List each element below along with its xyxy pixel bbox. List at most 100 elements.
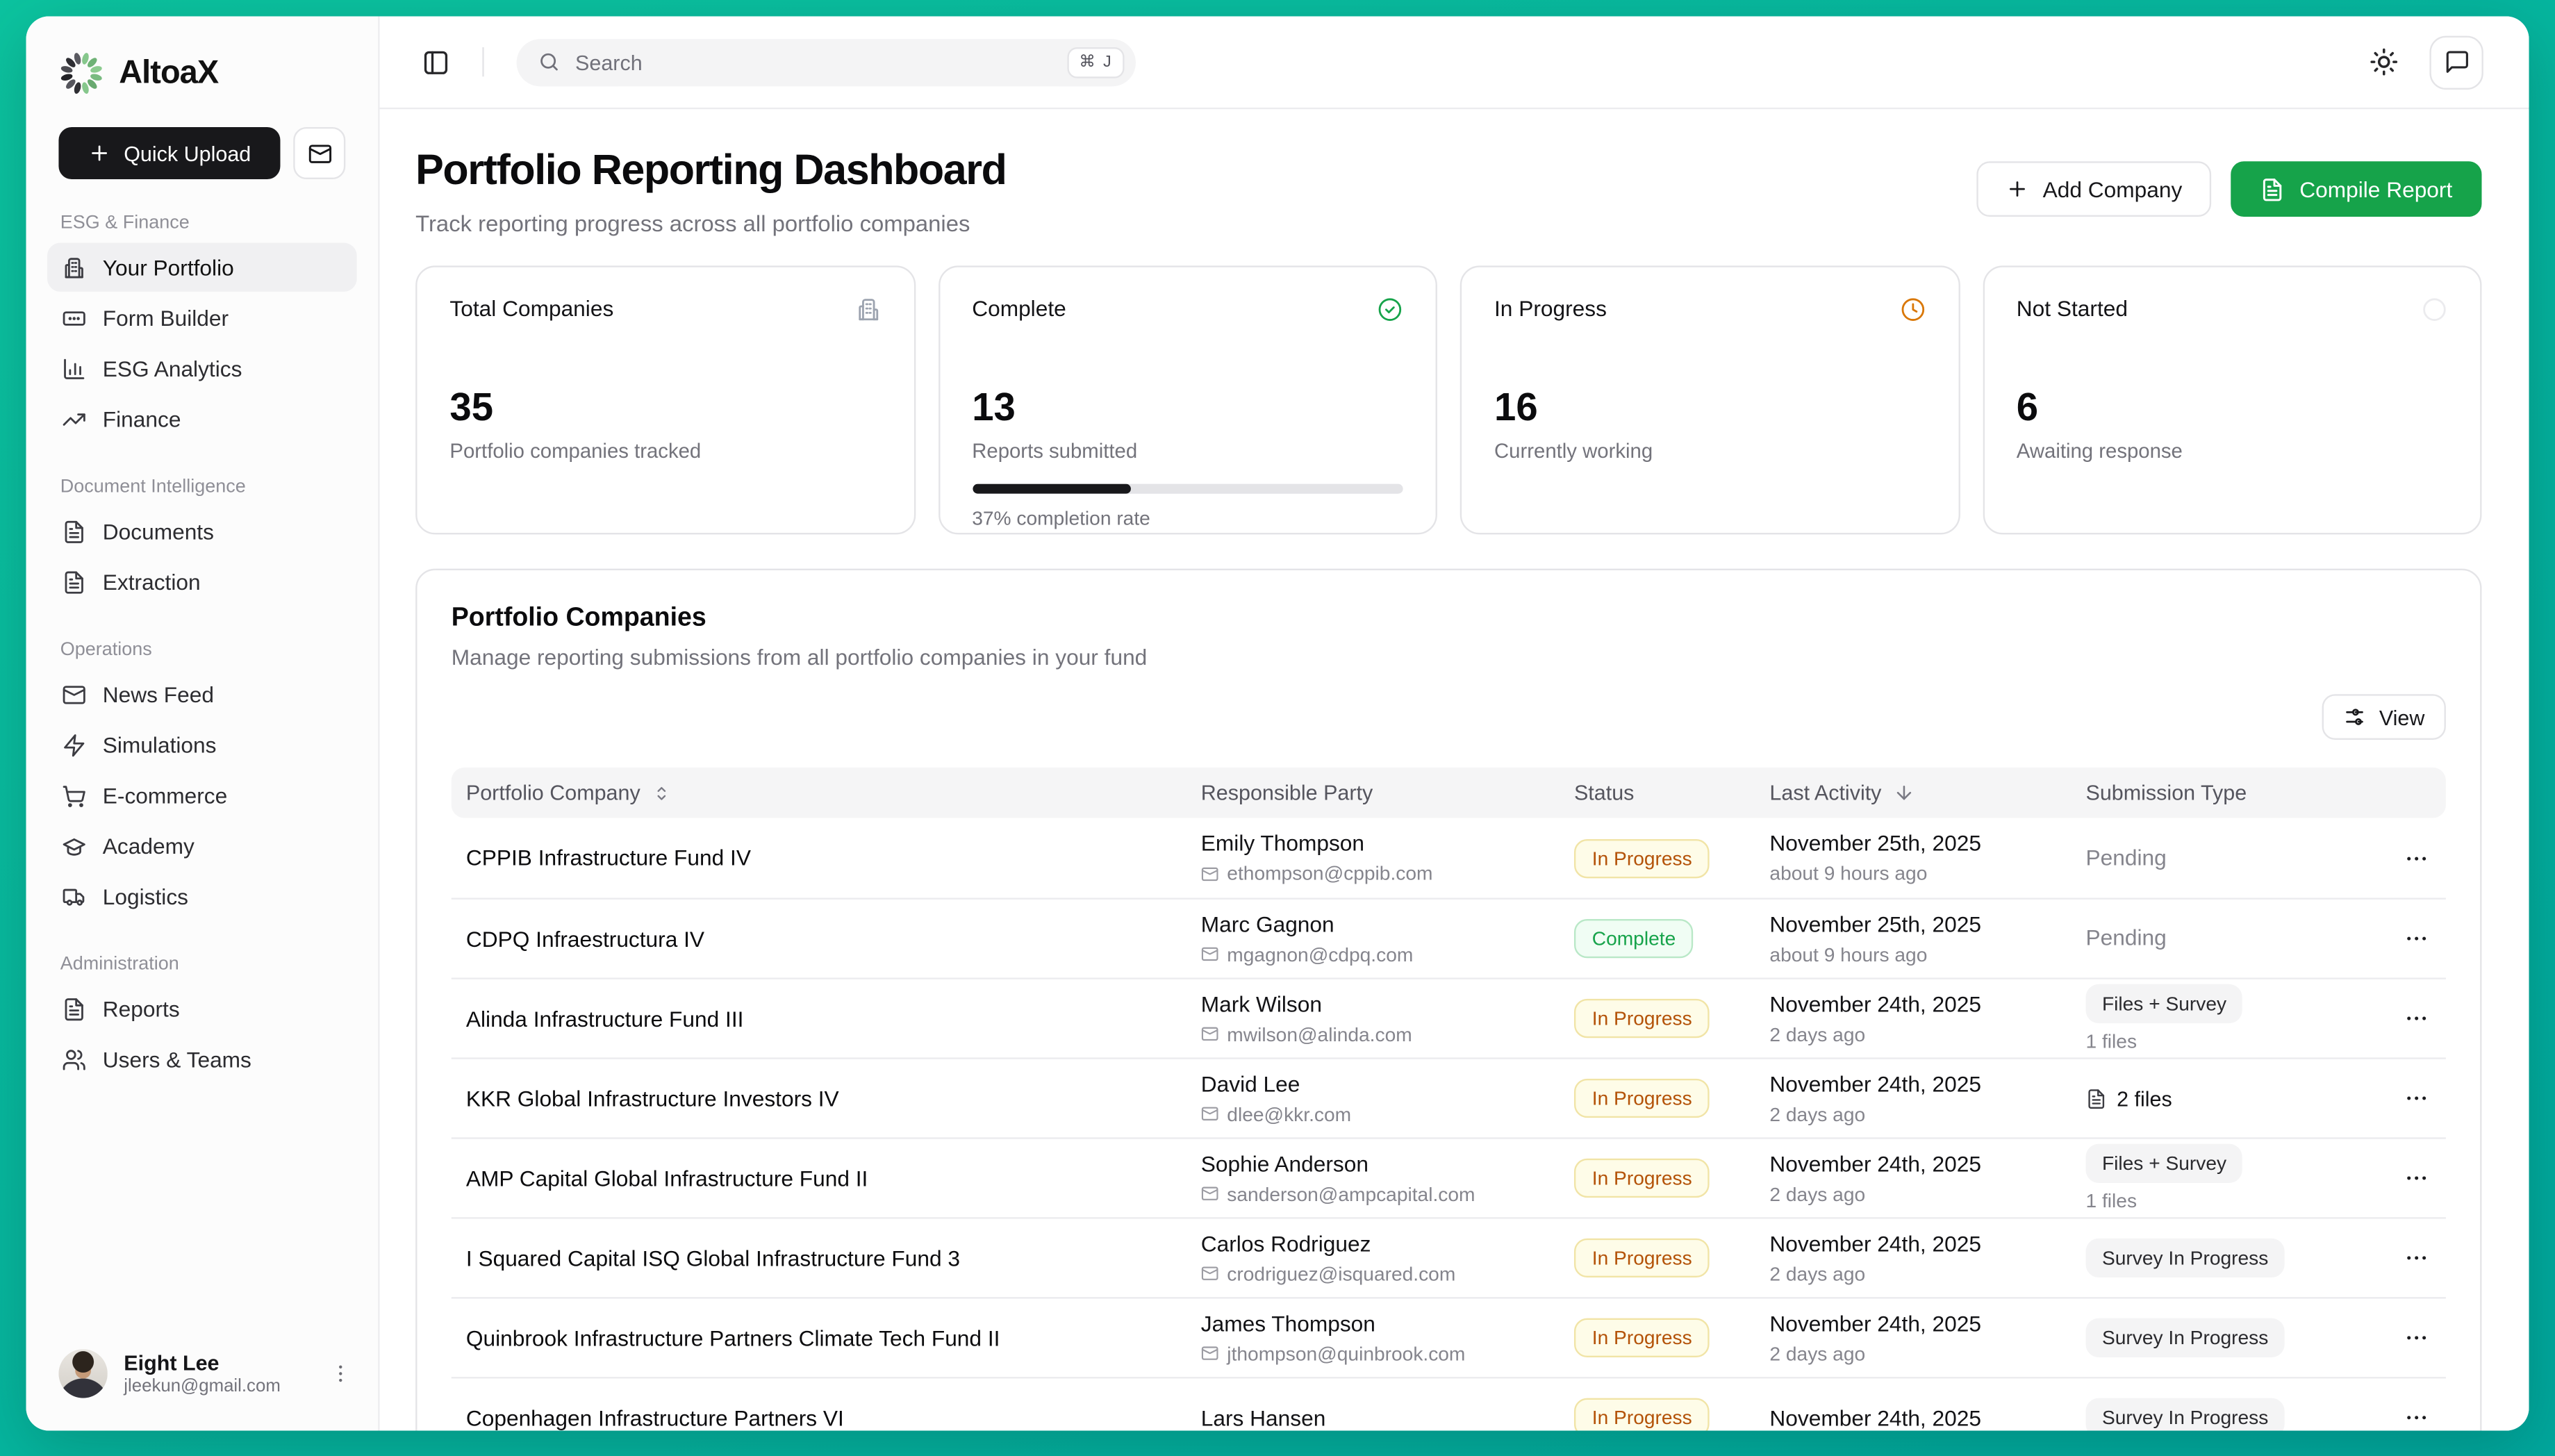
sidebar-item-reports[interactable]: Reports [47, 984, 357, 1033]
table-header: Portfolio CompanyResponsible PartyStatus… [452, 768, 2446, 818]
row-actions-button[interactable] [2379, 1405, 2449, 1431]
table-row[interactable]: Alinda Infrastructure Fund IIIMark Wilso… [452, 977, 2446, 1057]
table-row[interactable]: Quinbrook Infrastructure Partners Climat… [452, 1297, 2446, 1377]
table-row[interactable]: CPPIB Infrastructure Fund IVEmily Thomps… [452, 818, 2446, 898]
activity-date: November 24th, 2025 [1769, 1231, 2076, 1255]
row-actions-button[interactable] [2379, 1005, 2449, 1032]
files-count: 1 files [2085, 1029, 2379, 1052]
column-header-responsible-party: Responsible Party [1191, 781, 1564, 805]
activity-date: November 24th, 2025 [1769, 1151, 2076, 1175]
responsible-party-cell: Carlos Rodriguezcrodriguez@isquared.com [1191, 1231, 1564, 1284]
panel-title: Portfolio Companies [452, 603, 2446, 636]
table-row[interactable]: KKR Global Infrastructure Investors IVDa… [452, 1057, 2446, 1137]
responsible-party-cell: David Leedlee@kkr.com [1191, 1071, 1564, 1125]
file-text-icon [62, 519, 86, 543]
stat-caption: Awaiting response [2017, 440, 2447, 463]
sidebar-item-form-builder[interactable]: Form Builder [47, 293, 357, 342]
sidebar-item-finance[interactable]: Finance [47, 395, 357, 443]
view-button[interactable]: View [2322, 694, 2446, 740]
sidebar-item-academy[interactable]: Academy [47, 821, 357, 870]
submission-type-badge: Survey In Progress [2085, 1398, 2284, 1431]
search-input[interactable]: Search ⌘ J [517, 38, 1136, 85]
status-cell: In Progress [1564, 1239, 1760, 1277]
row-actions-button[interactable] [2379, 1085, 2449, 1111]
sidebar-item-logistics[interactable]: Logistics [47, 872, 357, 920]
last-activity-cell: November 24th, 20252 days ago [1760, 1231, 2076, 1284]
row-actions-button[interactable] [2379, 845, 2449, 871]
activity-date: November 24th, 2025 [1769, 991, 2076, 1016]
company-name: KKR Global Infrastructure Investors IV [452, 1086, 1191, 1110]
contact-name: Lars Hansen [1201, 1405, 1564, 1430]
inbox-button[interactable] [293, 127, 345, 179]
column-header-portfolio-company[interactable]: Portfolio Company [452, 781, 1191, 805]
mail-icon [307, 141, 331, 165]
activity-date: November 24th, 2025 [1769, 1405, 2076, 1430]
form-input-icon [62, 306, 86, 330]
activity-date: November 24th, 2025 [1769, 1071, 2076, 1095]
table-row[interactable]: I Squared Capital ISQ Global Infrastruct… [452, 1217, 2446, 1297]
message-square-icon [2443, 49, 2470, 75]
user-card[interactable]: Eight Lee jleekun@gmail.com [26, 1326, 379, 1430]
sidebar-item-label: Finance [103, 406, 181, 431]
table-body: CPPIB Infrastructure Fund IVEmily Thomps… [452, 818, 2446, 1431]
submission-type-cell: Survey In Progress [2076, 1398, 2379, 1431]
submission-type-cell: Files + Survey1 files [2076, 984, 2379, 1053]
theme-toggle-button[interactable] [2370, 47, 2399, 76]
upload-row: Quick Upload [26, 96, 379, 179]
row-actions-button[interactable] [2379, 1325, 2449, 1351]
activity-date: November 24th, 2025 [1769, 1311, 2076, 1335]
sidebar-item-extraction[interactable]: Extraction [47, 557, 357, 606]
sidebar-item-label: Logistics [103, 884, 188, 909]
company-name: Alinda Infrastructure Fund III [452, 1006, 1191, 1030]
sidebar-item-your-portfolio[interactable]: Your Portfolio [47, 243, 357, 292]
feedback-button[interactable] [2429, 35, 2483, 88]
activity-relative: about 9 hours ago [1769, 862, 2076, 885]
status-badge: In Progress [1574, 1318, 1710, 1357]
app-window: AltoaX Quick Upload ESG & FinanceYour Po… [26, 16, 2529, 1430]
table-row[interactable]: AMP Capital Global Infrastructure Fund I… [452, 1137, 2446, 1217]
sidebar-item-esg-analytics[interactable]: ESG Analytics [47, 344, 357, 392]
column-header-last-activity[interactable]: Last Activity [1760, 781, 2076, 805]
plus-icon [2006, 178, 2028, 201]
stat-caption: Currently working [1494, 440, 1925, 463]
panel-left-icon [422, 48, 450, 76]
sidebar-item-users-teams[interactable]: Users & Teams [47, 1035, 357, 1084]
mail-icon [62, 682, 86, 706]
sidebar-item-simulations[interactable]: Simulations [47, 720, 357, 769]
stat-caption: Reports submitted [972, 440, 1403, 463]
stat-title: In Progress [1494, 297, 1607, 321]
sidebar-item-news-feed[interactable]: News Feed [47, 670, 357, 718]
content: Portfolio Reporting Dashboard Track repo… [415, 109, 2481, 1430]
row-actions-button[interactable] [2379, 1165, 2449, 1191]
company-name: AMP Capital Global Infrastructure Fund I… [452, 1166, 1191, 1190]
sidebar-item-documents[interactable]: Documents [47, 507, 357, 556]
check-circle-icon [1377, 297, 1403, 323]
sidebar-toggle-button[interactable] [422, 48, 450, 76]
add-company-button[interactable]: Add Company [1976, 161, 2211, 217]
last-activity-cell: November 24th, 20252 days ago [1760, 1071, 2076, 1125]
stat-caption: Portfolio companies tracked [449, 440, 880, 463]
sidebar-item-e-commerce[interactable]: E-commerce [47, 771, 357, 820]
submission-type-cell: Files + Survey1 files [2076, 1144, 2379, 1213]
stat-value: 35 [449, 388, 880, 430]
stat-cards: Total Companies35Portfolio companies tra… [415, 265, 2481, 534]
table-row[interactable]: CDPQ Infraestructura IVMarc Gagnonmgagno… [452, 897, 2446, 977]
row-actions-button[interactable] [2379, 1245, 2449, 1271]
compile-report-button[interactable]: Compile Report [2231, 161, 2482, 217]
sidebar-section-label: Administration [60, 955, 357, 975]
responsible-party-cell: James Thompsonjthompson@quinbrook.com [1191, 1311, 1564, 1364]
status-badge: In Progress [1574, 838, 1710, 877]
table-row[interactable]: Copenhagen Infrastructure Partners VILar… [452, 1377, 2446, 1430]
building-icon [854, 297, 881, 323]
responsible-party-cell: Marc Gagnonmgagnon@cdpq.com [1191, 911, 1564, 965]
graduation-cap-icon [62, 834, 86, 858]
altoax-logo-icon [58, 51, 104, 97]
sidebar-item-label: Simulations [103, 732, 217, 756]
status-cell: In Progress [1564, 1398, 1760, 1431]
quick-upload-button[interactable]: Quick Upload [58, 127, 280, 179]
responsible-party-cell: Mark Wilsonmwilson@alinda.com [1191, 991, 1564, 1045]
user-menu-icon[interactable] [329, 1362, 352, 1385]
cart-icon [62, 783, 86, 807]
sidebar-item-label: Form Builder [103, 306, 229, 330]
row-actions-button[interactable] [2379, 925, 2449, 952]
